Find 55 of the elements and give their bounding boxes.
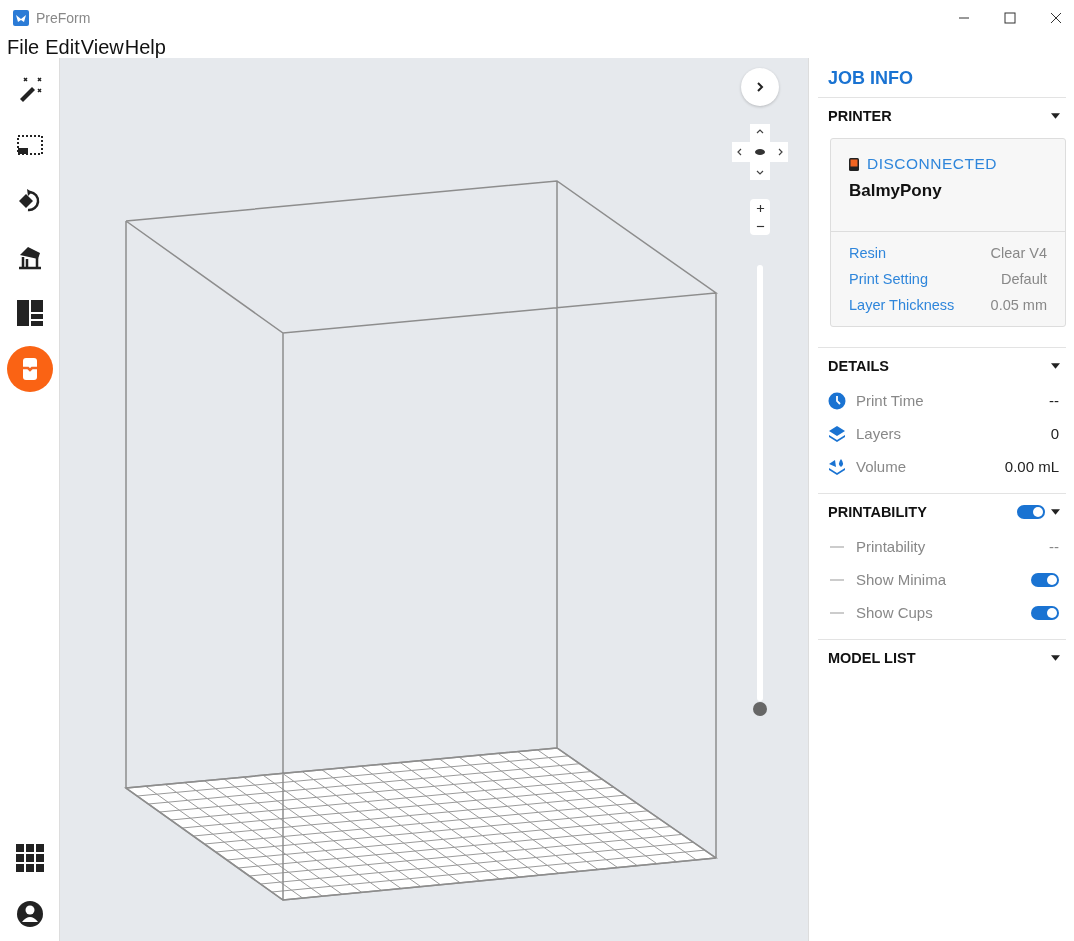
setting-value: -- xyxy=(1049,538,1059,555)
property-label: Resin xyxy=(849,244,887,263)
panel-title: JOB INFO xyxy=(818,58,1066,98)
dash-icon xyxy=(830,545,844,548)
layers-icon xyxy=(828,424,846,443)
layer-slider-track[interactable] xyxy=(757,265,763,701)
view-navigation-pad[interactable] xyxy=(732,124,788,180)
menu-item[interactable]: View xyxy=(80,36,125,58)
printer-card[interactable]: DISCONNECTED BalmyPony Resin Clear V4 Print Setting Default Layer Thickness 0.05 mm xyxy=(830,138,1066,327)
window-title: PreForm xyxy=(36,10,91,26)
account-icon xyxy=(15,900,44,928)
printer-status: DISCONNECTED xyxy=(867,155,997,173)
caret-icon[interactable] xyxy=(1051,363,1060,369)
detail-label: Print Time xyxy=(856,392,925,409)
toggle-switch[interactable] xyxy=(1031,572,1059,587)
layout-icon xyxy=(15,299,44,327)
menu-item[interactable]: File xyxy=(7,36,46,58)
section-title[interactable]: PRINTER xyxy=(828,108,892,124)
property-label: Print Setting xyxy=(849,270,928,289)
app-logo-icon xyxy=(13,10,29,26)
chevron-right-icon xyxy=(754,81,766,93)
section-title[interactable]: DETAILS xyxy=(828,358,889,374)
toggle-switch[interactable] xyxy=(1031,605,1059,620)
printer-name: BalmyPony xyxy=(849,181,943,201)
menu-item[interactable]: Edit xyxy=(45,36,81,58)
volume-icon xyxy=(828,457,846,476)
setting-label: Show Cups xyxy=(856,604,934,621)
apps-grid-icon xyxy=(15,844,44,872)
printer-status-icon xyxy=(849,157,859,171)
layer-slider-handle[interactable] xyxy=(753,702,767,716)
section-title[interactable]: PRINTABILITY xyxy=(828,504,927,520)
property-label: Layer Thickness xyxy=(849,296,955,315)
caret-icon[interactable] xyxy=(1051,509,1060,515)
detail-value: -- xyxy=(1049,392,1059,409)
dash-icon xyxy=(830,611,844,614)
printer-tool-button[interactable] xyxy=(6,346,53,392)
property-value: 0.05 mm xyxy=(990,296,1047,315)
setting-label: Printability xyxy=(856,538,927,555)
caret-icon[interactable] xyxy=(1051,655,1060,661)
detail-value: 0.00 mL xyxy=(1004,458,1059,475)
detail-label: Volume xyxy=(856,458,908,475)
maximize-icon[interactable] xyxy=(1004,12,1016,24)
plus-icon xyxy=(755,203,765,213)
clock-icon xyxy=(828,391,846,410)
dash-icon xyxy=(830,578,844,581)
property-value: Clear V4 xyxy=(990,244,1047,263)
menu-item[interactable]: Help xyxy=(124,36,167,58)
close-icon[interactable] xyxy=(1050,12,1062,24)
caret-icon[interactable] xyxy=(1051,113,1060,119)
toggle-switch[interactable] xyxy=(1017,505,1045,519)
detail-value: 0 xyxy=(1050,425,1059,442)
setting-label: Show Minima xyxy=(856,571,948,588)
property-value: Default xyxy=(1001,270,1047,289)
section-title[interactable]: MODEL LIST xyxy=(828,650,916,666)
detail-label: Layers xyxy=(856,425,903,442)
